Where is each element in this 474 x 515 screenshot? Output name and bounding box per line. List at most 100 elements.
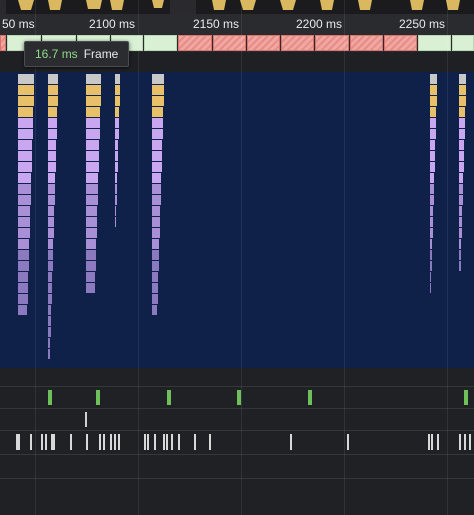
flame-chart-event[interactable]: [115, 206, 116, 216]
flame-chart-event[interactable]: [18, 217, 30, 227]
flame-chart-event[interactable]: [18, 184, 31, 194]
flame-chart-event[interactable]: [459, 184, 463, 194]
flame-chart-event[interactable]: [152, 195, 161, 205]
compositor-event[interactable]: [431, 434, 433, 450]
flame-chart-event[interactable]: [152, 151, 162, 161]
flame-chart-event[interactable]: [18, 140, 32, 150]
compositor-event[interactable]: [178, 434, 180, 450]
flame-chart-event[interactable]: [18, 195, 31, 205]
flame-chart-event[interactable]: [430, 85, 437, 95]
flame-chart-event[interactable]: [48, 294, 52, 304]
flame-chart-event[interactable]: [48, 118, 57, 128]
flame-chart-event[interactable]: [115, 140, 118, 150]
flame-chart-event[interactable]: [86, 74, 101, 84]
flame-chart-event[interactable]: [152, 272, 158, 282]
frame-dropped[interactable]: [178, 35, 212, 51]
flame-chart-event[interactable]: [48, 151, 56, 161]
compositor-event[interactable]: [114, 434, 116, 450]
frame-dropped[interactable]: [0, 35, 6, 51]
flame-chart-event[interactable]: [18, 85, 34, 95]
compositor-event[interactable]: [154, 434, 156, 450]
compositor-event[interactable]: [30, 434, 32, 450]
flame-chart-event[interactable]: [430, 151, 435, 161]
flame-chart-event[interactable]: [430, 206, 433, 216]
flame-chart-event[interactable]: [86, 96, 101, 106]
compositor-event[interactable]: [194, 434, 196, 450]
flame-chart-event[interactable]: [18, 173, 31, 183]
flame-chart-event[interactable]: [48, 261, 53, 271]
flame-chart-event[interactable]: [48, 327, 51, 337]
flame-chart-event[interactable]: [459, 239, 461, 249]
flame-chart-event[interactable]: [18, 74, 34, 84]
flame-chart-event[interactable]: [18, 272, 28, 282]
flame-chart-canvas[interactable]: [0, 72, 474, 368]
flame-chart-event[interactable]: [86, 129, 100, 139]
flame-chart-event[interactable]: [86, 283, 95, 293]
flame-chart-event[interactable]: [115, 217, 116, 227]
time-ruler[interactable]: 50 ms 2100 ms 2150 ms 2200 ms 2250 ms: [0, 14, 474, 35]
flame-chart-event[interactable]: [48, 206, 54, 216]
compositor-event[interactable]: [347, 434, 349, 450]
flame-chart-event[interactable]: [115, 195, 117, 205]
flame-chart-event[interactable]: [459, 85, 466, 95]
flame-chart-event[interactable]: [115, 74, 120, 84]
flame-chart-event[interactable]: [152, 283, 158, 293]
frame-dropped[interactable]: [384, 35, 417, 51]
flame-chart-event[interactable]: [48, 338, 50, 348]
flame-chart-event[interactable]: [152, 140, 162, 150]
flame-chart-event[interactable]: [48, 228, 54, 238]
flame-chart-event[interactable]: [152, 129, 163, 139]
flame-chart-event[interactable]: [115, 184, 117, 194]
flame-chart-event[interactable]: [18, 118, 33, 128]
flame-chart-event[interactable]: [86, 107, 100, 117]
frame-dropped[interactable]: [247, 35, 280, 51]
flame-chart-event[interactable]: [48, 107, 57, 117]
flame-chart-event[interactable]: [48, 74, 58, 84]
flame-chart-event[interactable]: [152, 162, 162, 172]
flame-chart-event[interactable]: [459, 217, 462, 227]
flame-chart-event[interactable]: [430, 217, 433, 227]
flame-chart-event[interactable]: [152, 261, 159, 271]
flame-chart-event[interactable]: [459, 228, 462, 238]
flame-chart-event[interactable]: [18, 250, 29, 260]
flame-chart-event[interactable]: [152, 206, 160, 216]
flame-chart-event[interactable]: [86, 272, 95, 282]
flame-chart-event[interactable]: [18, 228, 30, 238]
flame-chart-event[interactable]: [430, 228, 433, 238]
flame-chart-event[interactable]: [459, 250, 461, 260]
compositor-event[interactable]: [469, 434, 471, 450]
compositor-event[interactable]: [118, 434, 120, 450]
flame-chart-event[interactable]: [115, 107, 119, 117]
flame-chart-event[interactable]: [86, 151, 99, 161]
flame-chart-event[interactable]: [48, 162, 56, 172]
secondary-tracks[interactable]: [0, 368, 474, 515]
raster-task[interactable]: [96, 390, 100, 405]
flame-chart-event[interactable]: [152, 305, 157, 315]
raster-task[interactable]: [48, 390, 52, 405]
flame-chart-event[interactable]: [430, 195, 434, 205]
frame[interactable]: [144, 35, 177, 51]
flame-chart-event[interactable]: [430, 129, 436, 139]
compositor-event[interactable]: [171, 434, 173, 450]
compositor-event[interactable]: [144, 434, 146, 450]
main-thread-flame-chart[interactable]: [0, 72, 474, 368]
compositor-track[interactable]: [0, 432, 474, 452]
flame-chart-event[interactable]: [459, 206, 462, 216]
flame-chart-event[interactable]: [459, 74, 466, 84]
compositor-event[interactable]: [110, 434, 112, 450]
flame-chart-event[interactable]: [86, 261, 96, 271]
flame-chart-event[interactable]: [430, 107, 436, 117]
flame-chart-event[interactable]: [18, 107, 33, 117]
flame-chart-event[interactable]: [430, 162, 435, 172]
flame-chart-event[interactable]: [115, 96, 120, 106]
compositor-event[interactable]: [464, 434, 466, 450]
flame-chart-event[interactable]: [86, 228, 97, 238]
flame-chart-event[interactable]: [459, 173, 463, 183]
frame[interactable]: [452, 35, 474, 51]
flame-chart-event[interactable]: [86, 184, 98, 194]
compositor-event[interactable]: [70, 434, 72, 450]
flame-chart-event[interactable]: [152, 294, 158, 304]
flame-chart-event[interactable]: [86, 85, 101, 95]
flame-chart-event[interactable]: [459, 129, 465, 139]
compositor-event[interactable]: [290, 434, 292, 450]
